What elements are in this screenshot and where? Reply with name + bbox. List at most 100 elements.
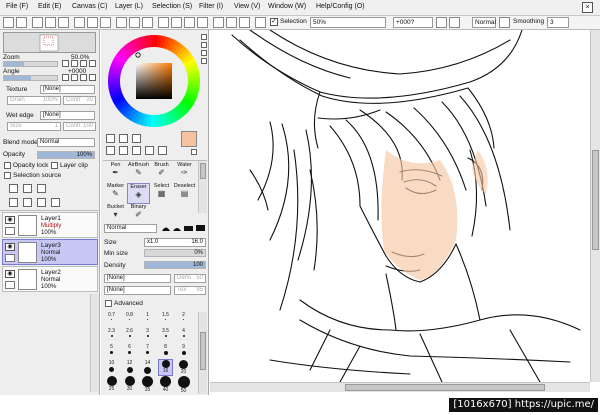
brush-size-20[interactable]: 20 (177, 360, 190, 375)
angle-slider[interactable] (3, 75, 58, 81)
brush-shape-select[interactable]: [None] (104, 274, 171, 283)
close-button[interactable]: × (582, 2, 593, 13)
marquee-icon[interactable] (106, 134, 115, 143)
brush-size-6[interactable]: 6 (123, 344, 136, 359)
brush-size-7[interactable]: 7 (141, 344, 154, 359)
rotate-ccw-icon[interactable] (436, 17, 447, 28)
selection-checkbox[interactable]: ✓ (270, 18, 278, 26)
navigator-preview[interactable] (3, 32, 96, 53)
transform-icon[interactable] (74, 17, 85, 28)
tool-size-field[interactable]: x1.0 16.0 (144, 238, 206, 247)
zoom-out-icon[interactable] (142, 17, 153, 28)
clear-layer-icon[interactable] (37, 198, 46, 207)
eye-icon[interactable]: ◉ (5, 243, 15, 251)
blend-select[interactable]: Normal (472, 17, 496, 28)
new-layer-icon[interactable] (9, 184, 18, 193)
color-wheel[interactable] (106, 33, 202, 129)
rgb-mode-icon[interactable] (201, 42, 207, 48)
menu-filter[interactable]: Filter (I) (199, 3, 223, 10)
brush-size-12[interactable]: 12 (123, 360, 136, 375)
current-color-swatch[interactable] (181, 131, 197, 147)
menu-file[interactable]: File (F) (6, 3, 28, 10)
menu-layer[interactable]: Layer (L) (115, 3, 143, 10)
canvas-vertical-thumb[interactable] (592, 150, 599, 250)
tool-pen[interactable]: Pen ✒ (104, 162, 127, 183)
delete-layer-icon[interactable] (51, 198, 60, 207)
grain-field[interactable]: Grain 100% (7, 96, 61, 105)
merge-down-icon[interactable] (23, 198, 32, 207)
square-tip-icon[interactable] (196, 225, 205, 231)
reset-view-icon[interactable] (255, 17, 266, 28)
min-size-slider[interactable]: 0% (144, 249, 206, 257)
redo-icon[interactable] (16, 17, 27, 28)
rotation-select[interactable]: +000? (393, 17, 433, 28)
rotate-cw-icon[interactable] (449, 17, 460, 28)
eraser-mode-select[interactable]: Normal (104, 224, 157, 233)
scale-icon[interactable] (100, 17, 111, 28)
rotate-left-icon[interactable] (158, 17, 169, 28)
lock-icon[interactable] (5, 281, 15, 289)
sizes-scroll-thumb[interactable] (200, 332, 206, 370)
tool-airbrush[interactable]: AirBrush ✎ (127, 162, 150, 183)
brush-size-35[interactable]: 35 (141, 376, 154, 393)
brush-size-8[interactable]: 8 (159, 344, 172, 359)
new-folder-icon[interactable] (23, 184, 32, 193)
eye-icon[interactable]: ◉ (5, 216, 15, 224)
blend-mode-select[interactable]: Normal (37, 138, 95, 147)
selection-source-checkbox[interactable] (4, 172, 11, 179)
tool-water[interactable]: Water ✑ (173, 162, 196, 183)
texture-select[interactable]: [None] (40, 85, 95, 94)
view-normal-icon[interactable] (116, 17, 127, 28)
tools-scrollbar[interactable] (198, 161, 207, 213)
rotate-left-small-icon[interactable] (62, 74, 69, 81)
undo-icon[interactable] (3, 17, 14, 28)
soft-tip-icon[interactable] (173, 228, 181, 231)
density-slider[interactable]: 100 (144, 261, 206, 269)
brush-size-1[interactable]: 1 (141, 312, 154, 327)
flip-small-icon[interactable] (89, 74, 96, 81)
brush-size-2[interactable]: 2 (177, 312, 190, 327)
canvas-vertical-scrollbar[interactable] (590, 30, 600, 382)
round-tip-icon[interactable] (162, 227, 170, 232)
transfer-down-icon[interactable] (9, 198, 18, 207)
menu-view[interactable]: View (V) (234, 3, 260, 10)
brush-size-4[interactable]: 4 (177, 328, 190, 343)
brush-size-30[interactable]: 30 (123, 376, 136, 392)
new-linework-icon[interactable] (37, 184, 46, 193)
layer-row-layer1[interactable]: ◉ Layer1 Multiply 100% (2, 212, 98, 238)
wet-size-field[interactable]: Size 1 (7, 122, 61, 131)
brush-size-0.7[interactable]: 0.7 (105, 312, 118, 327)
brush-size-9[interactable]: 9 (177, 344, 190, 359)
lock-icon[interactable] (499, 17, 510, 28)
contrast-field[interactable]: Contr 20 (63, 96, 96, 105)
layers-scrollbar[interactable] (90, 294, 99, 392)
ruler-icon[interactable] (239, 17, 250, 28)
menu-selection[interactable]: Selection (S) (152, 3, 192, 10)
menu-canvas[interactable]: Canvas (C) (72, 3, 107, 10)
shape-density-field[interactable]: Dens 50 (174, 274, 206, 283)
brush-size-1.5[interactable]: 1.5 (159, 312, 172, 327)
brush-size-10[interactable]: 10 (105, 360, 118, 375)
layer-clip-checkbox[interactable] (51, 162, 58, 169)
zoom-fit-small-icon[interactable] (89, 60, 96, 67)
brush-size-3[interactable]: 3 (141, 328, 154, 343)
grid-icon[interactable] (226, 17, 237, 28)
tool-binary[interactable]: Binary ✐ (127, 204, 150, 225)
menu-window[interactable]: Window (W) (268, 3, 306, 10)
brush-size-2.6[interactable]: 2.6 (123, 328, 136, 343)
flip-icon[interactable] (197, 17, 208, 28)
invert-select-icon[interactable] (45, 17, 56, 28)
tool-brush[interactable]: Brush ✐ (150, 162, 173, 183)
zoom-in-small-icon[interactable] (71, 60, 78, 67)
eyedropper-icon[interactable] (158, 146, 167, 155)
smoothing-select[interactable]: 3 (547, 17, 569, 28)
free-transform-icon[interactable] (87, 17, 98, 28)
hue-marker[interactable] (135, 52, 141, 58)
brush-size-50[interactable]: 50 (177, 376, 190, 394)
brush-size-40[interactable]: 40 (159, 376, 172, 393)
brush-size-3.5[interactable]: 3.5 (159, 328, 172, 343)
layer-row-layer3[interactable]: ◉ Layer3 Normal 100% (2, 239, 98, 265)
move-icon[interactable] (106, 146, 115, 155)
menu-help[interactable]: Help/Config (O) (316, 3, 365, 10)
advanced-checkbox[interactable] (105, 300, 112, 307)
